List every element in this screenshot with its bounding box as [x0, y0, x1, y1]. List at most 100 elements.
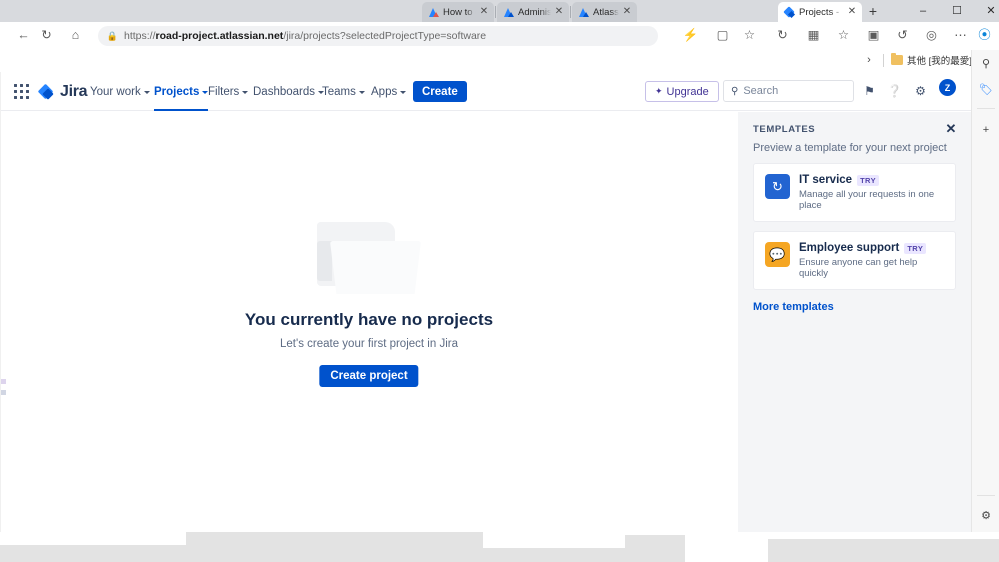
favorites-folder-other[interactable]: 其他 [我的最愛] [891, 53, 972, 67]
folder-icon [891, 55, 903, 65]
page-title: You currently have no projects [0, 310, 738, 330]
browser-tab-1[interactable]: How to de ✕ [422, 2, 494, 22]
app-switcher-icon[interactable] [14, 84, 30, 100]
nav-filters[interactable]: Filters [208, 72, 248, 111]
tab-title: Projects - [799, 7, 844, 18]
nav-your-work[interactable]: Your work [90, 72, 150, 111]
templates-panel: TEMPLATES ✕ Preview a template for your … [738, 112, 971, 532]
create-button[interactable]: Create [413, 81, 467, 102]
sync-arrows-icon: ↻ [765, 174, 790, 199]
settings-gear-icon[interactable]: ⚙ [978, 508, 994, 524]
browser-tab-2[interactable]: Administr ✕ [497, 2, 569, 22]
sparkle-icon: ✦ [655, 86, 663, 97]
copilot-icon[interactable]: ⦿ [975, 26, 994, 45]
nav-dashboards[interactable]: Dashboards [253, 72, 324, 111]
tag-icon[interactable]: 🏷 [978, 82, 994, 98]
window-close-button[interactable]: ✕ [974, 0, 999, 22]
more-templates-link[interactable]: More templates [753, 301, 956, 313]
favorite-star-icon[interactable]: ☆ [740, 26, 759, 45]
settings-more-icon[interactable]: ⋯ [951, 26, 970, 45]
templates-heading: TEMPLATES [753, 124, 956, 135]
empty-state-subtitle: Let's create your first project in Jira [0, 338, 738, 350]
add-icon[interactable]: + [978, 122, 994, 138]
edge-stub-icon [1, 390, 6, 395]
jira-logo[interactable]: Jira [38, 83, 87, 101]
browser-tab-4-active[interactable]: Projects - ✕ [778, 2, 862, 22]
split-screen-icon[interactable]: ↻ [773, 26, 792, 45]
template-card-it-service[interactable]: ↻ IT service TRY Manage all your request… [753, 163, 956, 222]
atlassian-icon [503, 7, 514, 18]
template-name: Employee support [799, 242, 899, 254]
favorites-overflow-chevron[interactable]: › [862, 53, 876, 67]
template-name: IT service [799, 174, 852, 186]
avatar[interactable]: Z [939, 79, 956, 96]
lock-icon: 🔒 [106, 31, 119, 42]
favorites-folder-label: 其他 [我的最愛] [907, 53, 972, 67]
jira-wordmark: Jira [60, 83, 87, 101]
favorites-icon[interactable]: ☆ [834, 26, 853, 45]
back-button[interactable]: ← [14, 26, 33, 45]
tab-title: Atlassian [593, 7, 619, 18]
tab-title: How to de [443, 7, 476, 18]
close-icon[interactable]: ✕ [943, 121, 959, 137]
history-icon[interactable]: ↺ [893, 26, 912, 45]
templates-subheading: Preview a template for your next project [753, 142, 956, 154]
tab-title: Administr [518, 7, 551, 18]
new-tab-button[interactable]: + [864, 3, 882, 20]
collections-icon[interactable]: ▦ [804, 26, 823, 45]
try-badge: TRY [857, 175, 879, 186]
template-description: Ensure anyone can get help quickly [799, 257, 944, 279]
browser-window: How to de ✕ Administr ✕ Atlassian ✕ Proj… [0, 0, 999, 532]
try-badge: TRY [904, 243, 926, 254]
browser-tab-3[interactable]: Atlassian ✕ [572, 2, 637, 22]
nav-label: Teams [322, 86, 356, 98]
chevron-down-icon [144, 91, 150, 94]
help-icon[interactable]: ❔ [886, 83, 903, 100]
upgrade-button[interactable]: ✦ Upgrade [645, 81, 719, 102]
settings-gear-icon[interactable]: ⚙ [912, 83, 929, 100]
edge-vertical-sidebar: ⚲ 🏷 + ⚙ [971, 50, 999, 532]
nav-label: Filters [208, 86, 239, 98]
jira-icon [38, 84, 55, 101]
search-icon[interactable]: ⚲ [978, 56, 994, 72]
nav-apps[interactable]: Apps [371, 72, 406, 111]
tab-close-icon[interactable]: ✕ [846, 6, 858, 18]
chevron-down-icon [242, 91, 248, 94]
window-minimize-button[interactable]: – [906, 0, 940, 22]
template-description: Manage all your requests in one place [799, 189, 944, 211]
tab-close-icon[interactable]: ✕ [621, 6, 633, 18]
template-card-employee-support[interactable]: 💬 Employee support TRY Ensure anyone can… [753, 231, 956, 290]
search-placeholder: Search [743, 85, 778, 97]
browser-navigation-bar: ← ↻ ⌂ 🔒 https://road-project.atlassian.n… [0, 22, 999, 49]
tab-close-icon[interactable]: ✕ [553, 6, 565, 18]
nav-label: Apps [371, 86, 397, 98]
nav-teams[interactable]: Teams [322, 72, 365, 111]
speech-bubble-icon: 💬 [765, 242, 790, 267]
chevron-down-icon [400, 91, 406, 94]
tab-close-icon[interactable]: ✕ [478, 6, 490, 18]
immersive-reader-icon[interactable]: ▢ [713, 26, 732, 45]
edge-stub-icon [1, 379, 6, 384]
home-button[interactable]: ⌂ [66, 26, 85, 45]
create-project-button[interactable]: Create project [319, 365, 418, 387]
reload-button[interactable]: ↻ [37, 26, 56, 45]
jira-icon [784, 7, 795, 18]
chevron-down-icon [359, 91, 365, 94]
projects-empty-state: You currently have no projects Let's cre… [0, 112, 738, 532]
page-viewport: Jira Your work Projects Filters Dashboar… [0, 72, 971, 532]
upgrade-label: Upgrade [667, 86, 709, 98]
read-aloud-icon[interactable]: ⚡ [681, 26, 700, 45]
notifications-bell-icon[interactable]: ⚑ [861, 83, 878, 100]
jira-top-navigation: Jira Your work Projects Filters Dashboar… [0, 72, 971, 111]
profile-icon[interactable]: ◎ [922, 26, 941, 45]
window-maximize-button[interactable]: ☐ [940, 0, 974, 22]
atlassian-icon [578, 7, 589, 18]
search-input[interactable]: ⚲ Search [723, 80, 854, 102]
nav-label: Dashboards [253, 86, 315, 98]
page-left-rule [0, 72, 1, 532]
browser-essentials-icon[interactable]: ▣ [864, 26, 883, 45]
nav-label: Your work [90, 86, 141, 98]
address-bar[interactable]: 🔒 https://road-project.atlassian.net/jir… [98, 26, 658, 46]
atlassian-icon [428, 7, 439, 18]
nav-projects[interactable]: Projects [154, 72, 208, 111]
